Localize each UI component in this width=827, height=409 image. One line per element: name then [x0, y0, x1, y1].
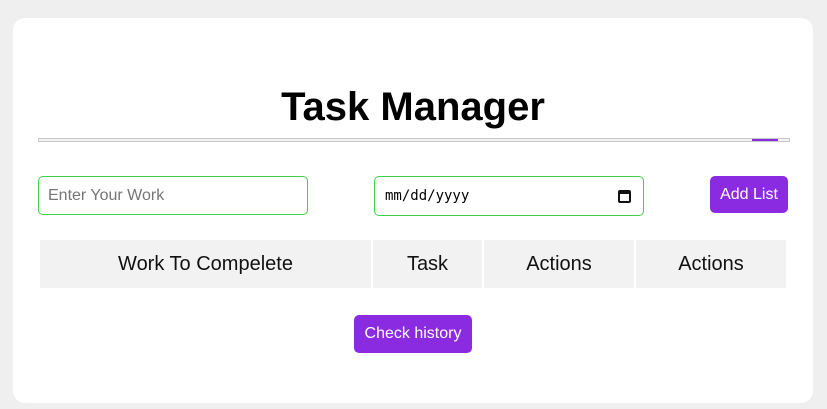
table-header-row: Work To Compelete Task Actions Actions — [40, 240, 786, 288]
calendar-icon[interactable] — [618, 189, 631, 203]
add-list-button[interactable]: Add List — [710, 176, 788, 213]
task-table: Work To Compelete Task Actions Actions — [38, 238, 788, 290]
date-input-text: mm/dd/yyyy — [385, 188, 470, 204]
progress-bar-fill — [751, 139, 778, 141]
date-input[interactable]: mm/dd/yyyy — [374, 176, 644, 216]
column-header-work: Work To Compelete — [40, 240, 371, 288]
column-header-actions-2: Actions — [636, 240, 786, 288]
column-header-task: Task — [373, 240, 482, 288]
check-history-button[interactable]: Check history — [354, 315, 472, 353]
work-input[interactable] — [38, 176, 308, 215]
page-title: Task Manager — [281, 85, 545, 129]
progress-bar — [38, 138, 790, 142]
column-header-actions: Actions — [484, 240, 634, 288]
